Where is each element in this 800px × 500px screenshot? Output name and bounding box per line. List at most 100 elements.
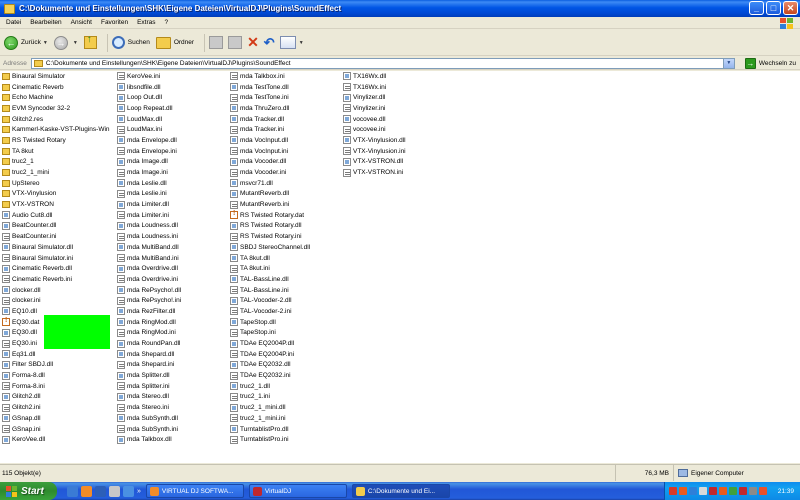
back-button[interactable]: ← Zurück ▼ xyxy=(4,35,48,50)
file-item[interactable]: mda Limiter.ini xyxy=(115,210,181,221)
tray-icon[interactable] xyxy=(679,487,687,495)
file-item[interactable]: Cinematic Reverb.ini xyxy=(0,274,110,285)
file-item[interactable]: mda Leslie.dll xyxy=(115,178,181,189)
app-icon[interactable] xyxy=(123,485,134,497)
firefox-icon[interactable] xyxy=(81,485,92,497)
task-button[interactable]: VirtualDJ xyxy=(248,484,347,498)
file-item[interactable]: truc2_1.dll xyxy=(228,381,310,392)
file-item[interactable]: mda VocInput.ini xyxy=(228,146,310,157)
file-item[interactable]: mda Envelope.dll xyxy=(115,135,181,146)
title-bar[interactable]: C:\Dokumente und Einstellungen\SHK\Eigen… xyxy=(0,0,800,17)
tray-icon[interactable] xyxy=(709,487,717,495)
file-item[interactable]: vocovee.dll xyxy=(341,114,406,125)
file-item[interactable]: TDAe EQ2004P.dll xyxy=(228,338,310,349)
file-item[interactable]: GSnap.ini xyxy=(0,424,110,435)
file-item[interactable]: Forma-8.dll xyxy=(0,370,110,381)
file-item[interactable]: TAL-BassLine.ini xyxy=(228,285,310,296)
file-item[interactable]: mda Overdrive.ini xyxy=(115,274,181,285)
undo-icon[interactable]: ↶ xyxy=(264,35,275,51)
move-to-icon[interactable] xyxy=(209,36,224,49)
file-item[interactable]: LoudMax.dll xyxy=(115,114,181,125)
menu-file[interactable]: Datei xyxy=(6,19,21,26)
file-item[interactable]: TX16Wx.dll xyxy=(341,71,406,82)
close-button[interactable]: ✕ xyxy=(783,1,798,15)
file-item[interactable]: LoudMax.ini xyxy=(115,124,181,135)
file-item[interactable]: KeroVee.ini xyxy=(115,71,181,82)
file-item[interactable]: TA 8kut.dll xyxy=(228,253,310,264)
file-item[interactable]: clocker.ini xyxy=(0,295,110,306)
file-item[interactable]: TAL-BassLine.dll xyxy=(228,274,310,285)
file-item[interactable]: RS Twisted Rotary.dat xyxy=(228,210,310,221)
file-item[interactable]: mda Stereo.ini xyxy=(115,402,181,413)
file-item[interactable]: mda Stereo.dll xyxy=(115,392,181,403)
search-button[interactable]: Suchen xyxy=(111,36,150,49)
file-item[interactable]: mda SubSynth.dll xyxy=(115,413,181,424)
file-item[interactable]: KeroVee.dll xyxy=(0,434,110,445)
file-item[interactable]: mda Shepard.ini xyxy=(115,360,181,371)
menu-favorites[interactable]: Favoriten xyxy=(101,19,128,26)
file-item[interactable]: truc2_1.ini xyxy=(228,392,310,403)
file-item[interactable]: mda Tracker.ini xyxy=(228,124,310,135)
file-item[interactable]: Glitch2.res xyxy=(0,114,110,125)
file-item[interactable]: UpStereo xyxy=(0,178,110,189)
file-item[interactable]: mda Leslie.ini xyxy=(115,189,181,200)
file-item[interactable]: mda Envelope.ini xyxy=(115,146,181,157)
file-item[interactable]: TurntablistPro.ini xyxy=(228,434,310,445)
file-item[interactable]: mda MultiBand.dll xyxy=(115,242,181,253)
file-item[interactable]: VTX-VSTRON xyxy=(0,199,110,210)
delete-icon[interactable]: ✕ xyxy=(247,34,259,51)
speaker-icon[interactable] xyxy=(749,487,757,495)
file-list[interactable]: Binaural Simulator Cinematic Reverb Echo M… xyxy=(0,71,800,463)
file-item[interactable]: mda Talkbox.dll xyxy=(115,434,181,445)
file-item[interactable]: libsndfile.dll xyxy=(115,82,181,93)
file-item[interactable]: mda Loudness.ini xyxy=(115,231,181,242)
task-button[interactable]: C:\Dokumente und Ei... xyxy=(351,484,450,498)
file-item[interactable]: truc2_1_mini.dll xyxy=(228,402,310,413)
file-item[interactable]: mda RezFilter.dll xyxy=(115,306,181,317)
file-item[interactable]: mda TestTone.ini xyxy=(228,92,310,103)
copy-to-icon[interactable] xyxy=(228,36,243,49)
file-item[interactable]: msvcr71.dll xyxy=(228,178,310,189)
file-item[interactable]: Binaural Simulator.dll xyxy=(0,242,110,253)
file-item[interactable]: mda Image.dll xyxy=(115,157,181,168)
tray-icon[interactable] xyxy=(699,487,707,495)
file-item[interactable]: TDAe EQ2032.ini xyxy=(228,370,310,381)
file-item[interactable]: VTX-VSTRON.dll xyxy=(341,157,406,168)
file-item[interactable]: Eq31.dll xyxy=(0,349,110,360)
tray-icon[interactable] xyxy=(739,487,747,495)
file-item[interactable]: BeatCounter.dll xyxy=(0,221,110,232)
file-item[interactable]: TDAe EQ2004P.ini xyxy=(228,349,310,360)
menu-tools[interactable]: Extras xyxy=(137,19,155,26)
task-button[interactable]: VIRTUAL DJ SOFTWA... xyxy=(145,484,244,498)
file-item[interactable]: Vinylizer.ini xyxy=(341,103,406,114)
file-item[interactable]: truc2_1_mini xyxy=(0,167,110,178)
file-item[interactable]: mda Vocoder.dll xyxy=(228,157,310,168)
file-item[interactable]: mda RingMod.ini xyxy=(115,328,181,339)
minimize-button[interactable]: _ xyxy=(749,1,764,15)
tray-icon[interactable] xyxy=(689,487,697,495)
file-item[interactable]: TA 8kut xyxy=(0,146,110,157)
file-item[interactable]: mda Talkbox.ini xyxy=(228,71,310,82)
file-item[interactable]: Kammerl-Kaske-VST-Plugins-Win xyxy=(0,124,110,135)
file-item[interactable]: VTX-Vinylusion.ini xyxy=(341,146,406,157)
file-item[interactable]: TDAe EQ2032.dll xyxy=(228,360,310,371)
file-item[interactable]: Vinylizer.dll xyxy=(341,92,406,103)
file-item[interactable]: MutantReverb.dll xyxy=(228,189,310,200)
file-item[interactable]: RS Twisted Rotary xyxy=(0,135,110,146)
file-item[interactable]: mda Tracker.dll xyxy=(228,114,310,125)
menu-edit[interactable]: Bearbeiten xyxy=(30,19,61,26)
file-item[interactable]: TAL-Vocoder-2.dll xyxy=(228,295,310,306)
file-item[interactable]: mda SubSynth.ini xyxy=(115,424,181,435)
file-item[interactable]: RS Twisted Rotary.dll xyxy=(228,221,310,232)
file-item[interactable]: VTX-Vinylusion.dll xyxy=(341,135,406,146)
file-item[interactable]: Filter SBDJ.dll xyxy=(0,360,110,371)
file-item[interactable]: mda RoundPan.dll xyxy=(115,338,181,349)
file-item[interactable]: VTX-VSTRON.ini xyxy=(341,167,406,178)
up-folder-button[interactable] xyxy=(83,34,97,49)
explorer-icon[interactable] xyxy=(95,485,106,497)
show-desktop-icon[interactable] xyxy=(67,485,78,497)
file-item[interactable]: GSnap.dll xyxy=(0,413,110,424)
file-item[interactable]: Binaural Simulator xyxy=(0,71,110,82)
file-item[interactable]: TAL-Vocoder-2.ini xyxy=(228,306,310,317)
file-item[interactable]: mda MultiBand.ini xyxy=(115,253,181,264)
